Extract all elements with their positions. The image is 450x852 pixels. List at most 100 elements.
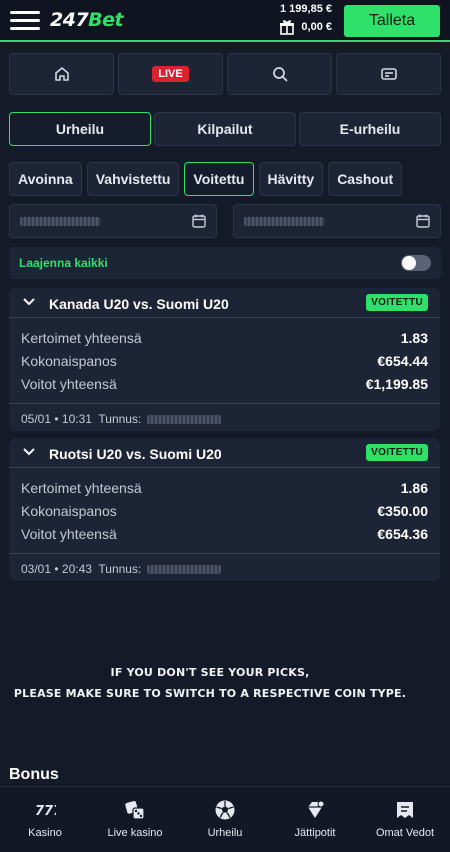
status-badge: VOITETTU (366, 294, 428, 311)
bet-meta: 03/01 • 20:43 Tunnus: (21, 562, 221, 576)
jackpot-diamond-icon (308, 800, 325, 818)
filter-voitettu[interactable]: Voitettu (184, 162, 254, 196)
bottom-nav-label: Urheilu (207, 827, 243, 839)
bottom-nav-kasino[interactable]: 777 Kasino (0, 787, 90, 852)
filter-vahvistettu[interactable]: Vahvistettu (86, 162, 180, 196)
bottom-nav-label: Live kasino (107, 827, 163, 839)
row-value: €350.00 (377, 502, 428, 519)
row-label: Kokonaispanos (21, 502, 117, 519)
bonus-balance-amount: 0,00 € (301, 21, 332, 33)
row-value: €654.44 (377, 352, 428, 369)
match-title: Ruotsi U20 vs. Suomi U20 (49, 446, 222, 462)
odds-row: Kertoimet yhteensä 1.83 (21, 326, 428, 349)
bet-card: Kanada U20 vs. Suomi U20 VOITETTU Kertoi… (9, 288, 440, 431)
balance-amount: 1 199,85 € (280, 3, 332, 15)
bet-id-label: Tunnus: (98, 412, 142, 426)
search-icon (272, 67, 287, 82)
my-bets-icon (397, 802, 413, 818)
bottom-nav-label: Kasino (28, 827, 62, 839)
bottom-nav-urheilu[interactable]: Urheilu (180, 787, 270, 852)
row-label: Kokonaispanos (21, 352, 117, 369)
bet-id-label: Tunnus: (98, 562, 142, 576)
bottom-nav-label: Jättipotit (294, 827, 336, 839)
bottom-nav-omat-vedot[interactable]: Omat Vedot (360, 787, 450, 852)
bet-card-header[interactable]: Kanada U20 vs. Suomi U20 VOITETTU (9, 288, 440, 318)
row-label: Voitot yhteensä (21, 525, 117, 542)
date-range (9, 204, 441, 238)
deposit-button[interactable]: Talleta (344, 5, 440, 37)
bet-card: Ruotsi U20 vs. Suomi U20 VOITETTU Kertoi… (9, 438, 440, 581)
bet-details: Kertoimet yhteensä 1.86 Kokonaispanos €350… (9, 468, 440, 549)
row-value: 1.83 (400, 329, 428, 346)
expand-all-bar: Laajenna kaikki (9, 247, 441, 279)
match-title: Kanada U20 vs. Suomi U20 (49, 296, 229, 312)
hamburger-menu-icon[interactable] (10, 11, 40, 31)
search-nav-button[interactable] (227, 53, 332, 95)
casino-777-icon: 777 (35, 804, 56, 819)
tab-kilpailut[interactable]: Kilpailut (154, 112, 296, 146)
bottom-nav-jattipotit[interactable]: Jättipotit (270, 787, 360, 852)
bet-card-footer: 05/01 • 10:31 Tunnus: (9, 403, 440, 431)
filter-havitty[interactable]: Hävitty (258, 162, 324, 196)
coin-type-notice: IF YOU DON'T SEE YOUR PICKS, PLEASE MAKE… (0, 662, 420, 704)
logo-number: 247 (50, 9, 89, 31)
redacted-date (244, 217, 324, 226)
tab-e-urheilu[interactable]: E-urheilu (299, 112, 441, 146)
home-nav-button[interactable] (9, 53, 114, 95)
notice-line-1: IF YOU DON'T SEE YOUR PICKS, (110, 666, 310, 679)
winnings-row: Voitot yhteensä €654.36 (21, 522, 428, 545)
row-label: Kertoimet yhteensä (21, 479, 142, 496)
gift-icon (280, 20, 295, 35)
redacted-bet-id (146, 565, 221, 575)
bet-datetime: 03/01 • 20:43 (21, 562, 92, 576)
bottom-nav: 777 Kasino Live kasino Urheilu Jättipoti… (0, 786, 450, 852)
top-nav: LIVE (9, 53, 441, 95)
stake-row: Kokonaispanos €654.44 (21, 349, 428, 372)
bonus-balance: 0,00 € (242, 19, 332, 35)
filter-cashout[interactable]: Cashout (328, 162, 403, 196)
odds-row: Kertoimet yhteensä 1.86 (21, 476, 428, 499)
wallet-summary[interactable]: 1 199,85 € 0,00 € (242, 3, 332, 35)
bet-datetime: 05/01 • 10:31 (21, 412, 92, 426)
live-nav-button[interactable]: LIVE (118, 53, 223, 95)
row-label: Kertoimet yhteensä (21, 329, 142, 346)
bottom-nav-live-kasino[interactable]: Live kasino (90, 787, 180, 852)
live-badge: LIVE (152, 66, 189, 82)
bottom-nav-label: Omat Vedot (375, 827, 435, 839)
notice-line-2: PLEASE MAKE SURE TO SWITCH TO A RESPECTI… (13, 687, 407, 700)
logo-word: Bet (88, 9, 124, 31)
bet-details: Kertoimet yhteensä 1.83 Kokonaispanos €654… (9, 318, 440, 399)
redacted-bet-id (146, 415, 221, 425)
toggle-knob (402, 256, 416, 270)
svg-text:777: 777 (35, 804, 56, 819)
calendar-icon[interactable] (415, 213, 431, 229)
row-value: €654.36 (377, 525, 428, 542)
brand-logo[interactable]: 247Bet (50, 9, 124, 31)
status-badge: VOITETTU (366, 444, 428, 461)
stake-row: Kokonaispanos €350.00 (21, 499, 428, 522)
redacted-date (20, 217, 100, 226)
category-tabs: Urheilu Kilpailut E-urheilu (9, 112, 441, 146)
row-value: 1.86 (400, 479, 428, 496)
dice-icon (125, 801, 145, 820)
bet-meta: 05/01 • 10:31 Tunnus: (21, 412, 221, 426)
calendar-icon[interactable] (191, 213, 207, 229)
betslip-nav-button[interactable] (336, 53, 441, 95)
bet-status-filters: Avoinna Vahvistettu Voitettu Hävitty Cas… (9, 162, 403, 196)
start-date-field[interactable] (9, 204, 217, 238)
row-value: €1,199.85 (365, 375, 428, 392)
bonus-section-title: Bonus (9, 766, 59, 783)
app-header: 247Bet 1 199,85 € 0,00 € Talleta (0, 0, 450, 42)
betslip-icon (380, 68, 397, 80)
winnings-row: Voitot yhteensä €1,199.85 (21, 372, 428, 395)
bet-card-footer: 03/01 • 20:43 Tunnus: (9, 553, 440, 581)
end-date-field[interactable] (233, 204, 441, 238)
chevron-down-icon[interactable] (23, 297, 35, 307)
bet-card-header[interactable]: Ruotsi U20 vs. Suomi U20 VOITETTU (9, 438, 440, 468)
expand-all-toggle[interactable] (401, 255, 431, 271)
chevron-down-icon[interactable] (23, 447, 35, 457)
filter-avoinna[interactable]: Avoinna (9, 162, 82, 196)
soccer-ball-icon (215, 800, 235, 820)
tab-urheilu[interactable]: Urheilu (9, 112, 151, 146)
row-label: Voitot yhteensä (21, 375, 117, 392)
